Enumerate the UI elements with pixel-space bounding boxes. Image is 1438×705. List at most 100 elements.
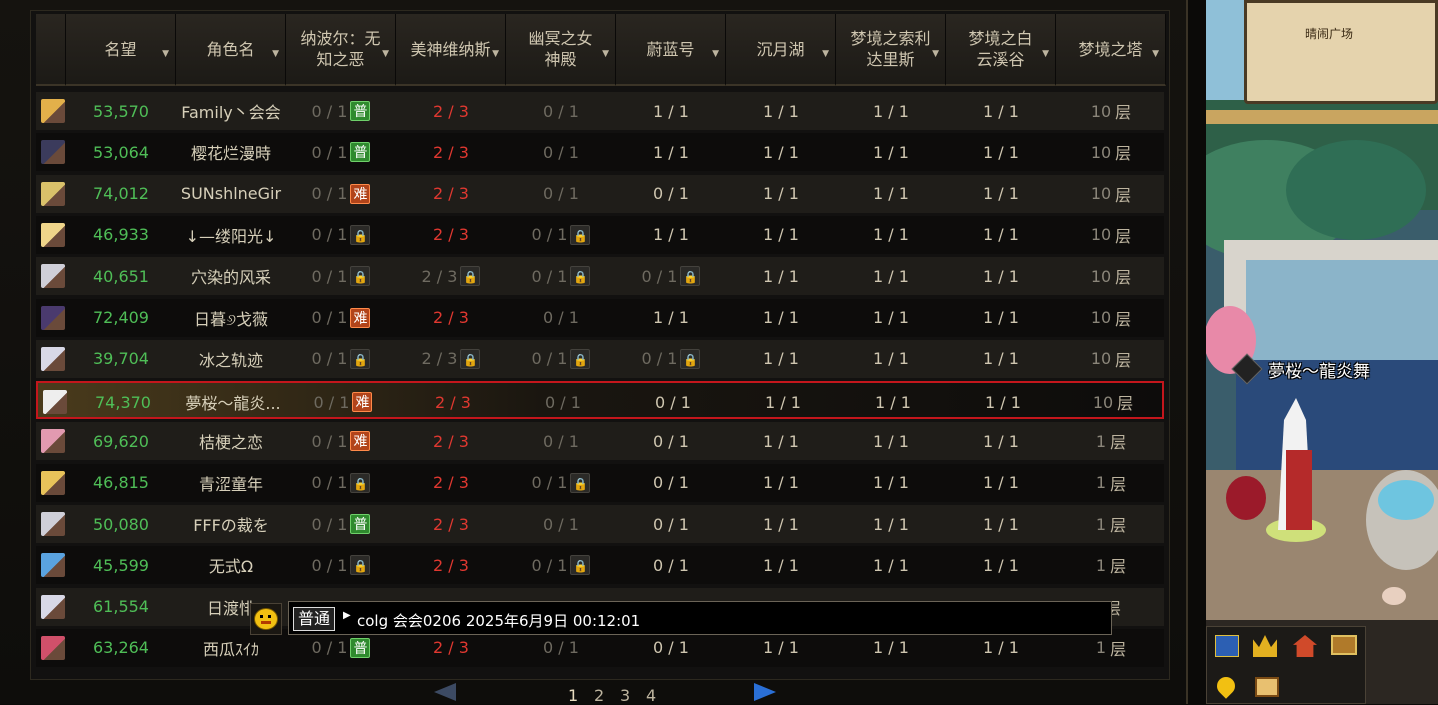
book-icon[interactable]	[1255, 677, 1279, 697]
prev-page-icon[interactable]	[432, 682, 458, 702]
dungeon-clear-count: 0 / 1 🔒	[506, 257, 616, 295]
header-dungeon-6[interactable]: 梦境之索利达里斯 ▼	[836, 14, 946, 86]
tower-floor-unit: 层	[1110, 516, 1127, 535]
table-row[interactable]: 69,620 桔梗之恋 0 / 1难2 / 30 / 10 / 11 / 11 / …	[36, 422, 1166, 461]
dungeon-clear-count-text: 0 / 1	[653, 473, 689, 493]
dungeon-clear-count-text: 2 / 3	[435, 392, 471, 412]
tower-floor-number: 10	[1090, 349, 1112, 369]
table-row[interactable]: 46,815 青涩童年 0 / 1 🔒 2 / 30 / 1 🔒 0 / 11 / 11 /…	[36, 463, 1164, 502]
table-row[interactable]: 45,599 无式Ω 0 / 1 🔒 2 / 30 / 1 🔒 0 / 11 / 11 / …	[36, 546, 1164, 585]
dungeon-clear-count-text: 2 / 3	[433, 101, 469, 121]
character-name[interactable]: Family丶会会	[176, 92, 286, 130]
dungeon-clear-count-text: 0 / 1	[311, 308, 348, 327]
chat-input[interactable]: 普通 ▶ colg 会会0206 2025年6月9日 00:12:01	[288, 601, 1112, 635]
dungeon-clear-count-text: 1 / 1	[873, 514, 909, 534]
page-3[interactable]: 3	[620, 686, 630, 705]
header-dungeon-1[interactable]: 纳波尔：无知之恶 ▼	[286, 14, 396, 86]
header-dungeon-2[interactable]: 美神维纳斯 ▼	[396, 14, 506, 86]
page-2[interactable]: 2	[594, 686, 604, 705]
dungeon-clear-count: 2 / 3	[396, 133, 506, 171]
dungeon-clear-count: 1 / 1	[726, 546, 836, 584]
location-pin-icon[interactable]	[1213, 673, 1239, 699]
table-row[interactable]: 53,064 樱花烂漫時 0 / 1普2 / 30 / 11 / 11 / 11 /…	[36, 133, 1164, 172]
tower-floor-number: 1	[1095, 555, 1107, 575]
dungeon-clear-count-text: 1 / 1	[983, 514, 1019, 534]
dungeon-clear-count-text: 0 / 1	[311, 473, 348, 493]
dungeon-clear-count-text: 1 / 1	[983, 266, 1019, 286]
fame-value: 74,370	[78, 383, 168, 421]
sort-arrow-icon: ▼	[602, 49, 609, 59]
character-name[interactable]: 冰之轨迹	[176, 340, 286, 378]
sort-arrow-icon: ▼	[162, 49, 169, 59]
header-dungeon-4[interactable]: 蔚蓝号 ▼	[616, 14, 726, 86]
character-name[interactable]: 日暮୬戈薇	[176, 299, 286, 337]
character-name[interactable]: 夢桜～龍炎...	[178, 383, 288, 421]
table-row[interactable]: 46,933 ↓—缕阳光↓ 0 / 1 🔒 2 / 30 / 1 🔒 1 / 11 / 11…	[36, 215, 1166, 254]
header-dungeon-3[interactable]: 幽冥之女神殿 ▼	[506, 14, 616, 86]
house-icon[interactable]	[1293, 635, 1317, 657]
character-name[interactable]: 无式Ω	[176, 546, 286, 584]
flag-icon[interactable]	[1215, 635, 1239, 657]
dungeon-clear-count: 1 / 1	[726, 299, 836, 337]
header-dungeon-5[interactable]: 沉月湖 ▼	[726, 14, 836, 86]
table-row[interactable]: 50,080 FFFの裁を 0 / 1普2 / 30 / 10 / 11 / 11 …	[36, 505, 1164, 543]
header-dungeon-7[interactable]: 梦境之白云溪谷 ▼	[946, 14, 1056, 86]
dungeon-clear-count-text: 2 / 3	[433, 638, 469, 658]
dungeon-clear-count-text: 0 / 1	[543, 142, 579, 162]
dungeon-clear-count-text: 2 / 3	[433, 184, 469, 204]
dungeon-clear-count-text: 1 / 1	[873, 349, 909, 369]
page-1[interactable]: 1	[568, 686, 578, 705]
dungeon-clear-count-text: 0 / 1	[531, 555, 568, 575]
dungeon-clear-count-text: 1 / 1	[873, 473, 909, 493]
character-name-text: 夢桜～龍炎...	[185, 394, 281, 414]
character-name[interactable]: 穴染的风采	[176, 257, 286, 295]
tower-floor: 1层	[1056, 422, 1166, 460]
dungeon-clear-count-text: 0 / 1	[543, 184, 579, 204]
header-dungeon-8[interactable]: 梦境之塔 ▼	[1056, 14, 1166, 86]
table-row[interactable]: 53,570 Family丶会会 0 / 1普2 / 30 / 11 / 11 / …	[36, 92, 1164, 130]
dungeon-clear-count-text: 0 / 1	[311, 555, 348, 575]
dungeon-clear-count: 0 / 1难	[286, 299, 396, 337]
minimap[interactable]: 晴闹广场	[1244, 0, 1438, 104]
character-name-text: ↓—缕阳光↓	[185, 226, 277, 246]
lock-icon: 🔒	[350, 266, 371, 287]
table-row-selected[interactable]: 74,370 夢桜～龍炎... 0 / 1难2 / 30 / 10 / 11 / 1…	[36, 381, 1164, 421]
lock-icon: 🔒	[350, 555, 371, 576]
chat-bar[interactable]: 普通 ▶ colg 会会0206 2025年6月9日 00:12:01	[250, 601, 1114, 637]
dungeon-clear-count: 0 / 1	[506, 175, 616, 213]
tower-floor: 10 层	[1056, 216, 1166, 254]
table-row[interactable]: 40,651 穴染的风采 0 / 1 🔒 2 / 3 🔒 0 / 1 🔒 0 / 1 🔒 1 / 1…	[36, 257, 1164, 296]
dungeon-clear-count-text: 1 / 1	[763, 101, 799, 121]
dungeon-clear-count: 1 / 1	[946, 175, 1056, 213]
character-name-text: FFFの裁を	[193, 516, 269, 535]
character-name[interactable]: 桔梗之恋	[176, 422, 286, 460]
emoji-icon[interactable]	[250, 603, 282, 635]
chest-icon[interactable]	[1331, 635, 1357, 655]
dungeon-clear-count-text: 0 / 1	[531, 473, 568, 493]
character-name[interactable]: FFFの裁を	[176, 505, 286, 543]
crown-icon[interactable]	[1253, 635, 1277, 657]
table-row[interactable]: 72,409 日暮୬戈薇 0 / 1难2 / 30 / 11 / 11 / 11 /…	[36, 298, 1164, 337]
dungeon-clear-count: 1 / 1	[726, 505, 836, 543]
tower-floor-unit: 层	[1110, 557, 1127, 577]
header-character-name[interactable]: 角色名 ▼	[176, 14, 286, 86]
dungeon-clear-count-text: 1 / 1	[983, 473, 1019, 493]
chat-channel-label[interactable]: 普通	[293, 607, 336, 631]
next-page-icon[interactable]	[752, 682, 778, 702]
character-name-text: Family丶会会	[181, 103, 281, 122]
character-name[interactable]: SUNshlneGir	[176, 175, 286, 213]
page-4[interactable]: 4	[646, 686, 656, 705]
fame-value-text: 69,620	[93, 431, 149, 451]
avatar-icon	[41, 429, 65, 454]
table-row[interactable]: 39,704 冰之轨迹 0 / 1 🔒 2 / 3 🔒 0 / 1 🔒 0 / 1 🔒 1 / 11…	[36, 339, 1164, 378]
dungeon-clear-count: 0 / 1 🔒	[286, 216, 396, 254]
fame-value: 53,064	[76, 133, 166, 171]
header-fame[interactable]: 名望 ▼	[66, 14, 176, 86]
character-name[interactable]: 青涩童年	[176, 464, 286, 502]
character-name[interactable]: 樱花烂漫時	[176, 133, 286, 171]
character-name-text: 樱花烂漫時	[190, 144, 271, 164]
table-row[interactable]: 74,012 SUNshlneGir 0 / 1难2 / 30 / 10 / 11 …	[36, 174, 1164, 213]
character-name[interactable]: ↓—缕阳光↓	[176, 216, 286, 254]
dungeon-clear-count-text: 1 / 1	[653, 308, 689, 327]
dungeon-clear-count: 0 / 1 🔒	[506, 216, 616, 254]
